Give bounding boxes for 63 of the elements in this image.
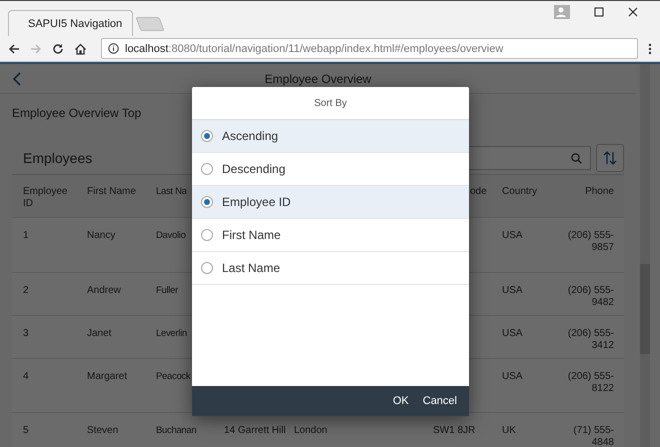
radio-button[interactable] xyxy=(201,163,213,175)
scrollbar-thumb[interactable] xyxy=(640,264,650,354)
table-cell-text: (206) 555-3412 xyxy=(566,328,614,352)
page-title: Employee Overview xyxy=(264,72,372,86)
table-title: Employees xyxy=(23,150,92,166)
sort-field-option[interactable]: Last Name xyxy=(192,252,469,285)
reload-icon[interactable] xyxy=(52,42,64,54)
table-cell: 14 Garrett Hill xyxy=(224,425,286,437)
table-cell: Steven xyxy=(87,425,118,437)
search-icon xyxy=(571,152,582,164)
radio-button[interactable] xyxy=(201,196,213,208)
sort-icon xyxy=(602,150,618,166)
table-cell: USA xyxy=(502,285,523,297)
table-cell-text: (206) 555-9482 xyxy=(566,285,614,309)
radio-button[interactable] xyxy=(201,262,213,274)
table-cell-text: (71) 555-4848 xyxy=(572,425,614,447)
table-cell: 5 xyxy=(23,425,29,437)
tab-title: SAPUI5 Navigation xyxy=(28,18,122,30)
table-cell-text: (206) 555-9857 xyxy=(566,230,614,254)
browser-tab[interactable]: SAPUI5 Navigation xyxy=(8,10,133,36)
table-cell: Peacock xyxy=(156,371,190,383)
radio-button[interactable] xyxy=(201,229,213,241)
table-cell: Davolio xyxy=(156,230,186,242)
table-cell: Leverlin xyxy=(156,328,187,340)
table-cell: 2 xyxy=(23,285,29,297)
back-icon[interactable] xyxy=(8,42,20,54)
table-cell: SW1 8JR xyxy=(433,425,476,437)
table-cell: Buchanan xyxy=(156,425,196,437)
table-cell: Fuller xyxy=(156,285,178,297)
table-cell: Margaret xyxy=(87,371,128,383)
table-cell: USA xyxy=(502,230,523,242)
table-cell: 1 xyxy=(23,230,29,242)
sort-field-option[interactable]: Employee ID xyxy=(192,186,469,219)
home-icon[interactable] xyxy=(74,42,87,54)
table-cell: Janet xyxy=(87,328,112,340)
address-bar[interactable]: localhost:8080/tutorial/navigation/11/webapp/index.html#/employees/overview xyxy=(101,38,638,59)
table-cell: USA xyxy=(502,328,523,340)
table-cell: Nancy xyxy=(87,230,116,242)
column-header: Employee ID xyxy=(23,186,67,210)
table-cell: UK xyxy=(502,425,516,437)
table-cell: 4 xyxy=(23,371,29,383)
section-title: Employee Overview Top xyxy=(12,106,142,120)
table-cell-text: (206) 555-8122 xyxy=(566,371,614,395)
column-header: Last Na xyxy=(156,186,187,198)
url-text: localhost:8080/tutorial/navigation/11/webapp/index.html#/employees/overview xyxy=(125,42,504,54)
maximize-icon[interactable] xyxy=(594,7,604,17)
table-cell: 3 xyxy=(23,328,29,340)
column-header: ode xyxy=(470,186,487,198)
close-icon[interactable] xyxy=(628,7,638,17)
table-cell: London xyxy=(294,425,328,437)
sort-order-option[interactable]: Ascending xyxy=(192,120,469,153)
radio-button[interactable] xyxy=(201,130,213,142)
sort-button[interactable] xyxy=(596,144,624,172)
menu-icon[interactable] xyxy=(648,42,652,54)
column-header: First Name xyxy=(87,186,136,198)
column-header: Phone xyxy=(585,186,614,198)
sort-field-option[interactable]: First Name xyxy=(192,219,469,252)
dialog-button[interactable]: Cancel xyxy=(422,392,457,410)
table-cell: USA xyxy=(502,371,523,383)
table-cell: Andrew xyxy=(87,285,121,297)
dialog-button[interactable]: OK xyxy=(392,392,409,410)
column-header: Country xyxy=(502,186,538,198)
info-icon xyxy=(108,43,119,54)
